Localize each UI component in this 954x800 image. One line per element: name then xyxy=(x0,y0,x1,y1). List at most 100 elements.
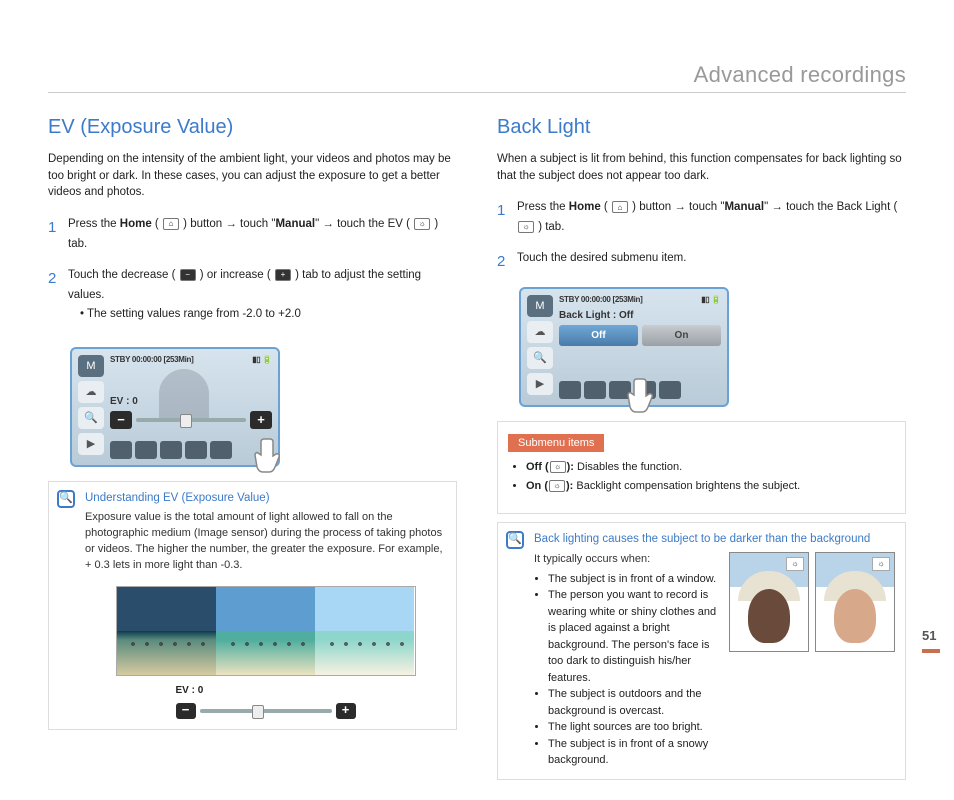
occurs-item: The subject is in front of a window. xyxy=(548,571,719,588)
occurs-label: It typically occurs when: xyxy=(534,552,719,568)
exposure-examples-figure xyxy=(116,586,416,676)
play-icon: ▶ xyxy=(527,373,553,395)
submenu-off: Off (☼): Disables the function. xyxy=(526,458,895,477)
t: Press the xyxy=(68,218,120,230)
under-exposed-image xyxy=(117,587,216,675)
home-icon: ⌂ xyxy=(163,218,179,230)
minus-icon: − xyxy=(180,269,196,281)
note-title: Back lighting causes the subject to be d… xyxy=(534,531,895,548)
lcd-main: STBY 00:00:00 [253Min]▮▯ 🔋 EV : 0 − + xyxy=(110,355,272,459)
bottom-icon xyxy=(160,441,182,459)
zoom-icon: 🔍 xyxy=(527,347,553,369)
lcd-side-left: M ☁ 🔍 ▶ xyxy=(527,295,555,399)
step-body: Press the Home ( ⌂ ) button → touch "Man… xyxy=(517,198,906,237)
t: Press the xyxy=(517,201,569,213)
lcd-screen: M ☁ 🔍 ▶ STBY 00:00:00 [253Min]▮▯ 🔋 EV : … xyxy=(70,347,280,467)
note-title: Understanding EV (Exposure Value) xyxy=(85,490,446,507)
mini-slider-track xyxy=(200,709,332,713)
t: ) button → touch " xyxy=(180,218,276,230)
stby-text: STBY 00:00:00 [253Min] xyxy=(110,355,194,364)
bl-value-label: Back Light : Off xyxy=(559,310,721,321)
left-column: EV (Exposure Value) Depending on the int… xyxy=(48,58,457,780)
t: ( xyxy=(601,201,611,213)
bl-step-1: 1 Press the Home ( ⌂ ) button → touch "M… xyxy=(497,198,906,237)
ev-slider[interactable]: − + xyxy=(110,411,272,429)
backlight-intro: When a subject is lit from behind, this … xyxy=(497,151,906,184)
home-label: Home xyxy=(120,218,152,230)
normal-exposed-image xyxy=(216,587,315,675)
step-body: Touch the decrease ( − ) or increase ( +… xyxy=(68,266,457,335)
over-exposed-image xyxy=(315,587,414,675)
step-number: 2 xyxy=(48,266,60,335)
plus-icon: + xyxy=(275,269,291,281)
occurs-item: The subject is in front of a snowy backg… xyxy=(548,736,719,769)
off-icon: ☼ xyxy=(550,461,566,473)
wb-icon: ☁ xyxy=(527,321,553,343)
t: ) or increase ( xyxy=(197,269,274,281)
note-icon: 🔍 xyxy=(506,531,524,549)
touch-hand-icon xyxy=(250,435,294,485)
ev-tab-icon: ☼ xyxy=(414,218,430,230)
t: Touch the decrease ( xyxy=(68,269,179,281)
bottom-icon xyxy=(135,441,157,459)
page-number: 51 xyxy=(922,628,940,653)
mini-increase-button: + xyxy=(336,703,356,719)
t: " → touch the Back Light ( xyxy=(764,201,897,213)
note-body: Exposure value is the total amount of li… xyxy=(85,510,446,574)
lcd-screen: M ☁ 🔍 ▶ STBY 00:00:00 [253Min]▮▯ 🔋 Back … xyxy=(519,287,729,407)
submenu-box: Submenu items Off (☼): Disables the func… xyxy=(497,421,906,514)
bl-badge-icon: ☼ xyxy=(872,557,890,571)
ev-intro: Depending on the intensity of the ambien… xyxy=(48,151,457,201)
wb-icon: ☁ xyxy=(78,381,104,403)
occurs-item: The light sources are too bright. xyxy=(548,719,719,736)
t: The setting values range from -2.0 to +2… xyxy=(87,308,301,320)
backlight-example-images: ☼ ☼ xyxy=(729,552,895,769)
submenu-list: Off (☼): Disables the function. On (☼): … xyxy=(508,458,895,495)
bl-lcd-figure: M ☁ 🔍 ▶ STBY 00:00:00 [253Min]▮▯ 🔋 Back … xyxy=(519,287,906,407)
decrease-button[interactable]: − xyxy=(110,411,132,429)
backlight-tab-icon: ☼ xyxy=(518,221,534,233)
step-body: Press the Home ( ⌂ ) button → touch "Man… xyxy=(68,215,457,254)
battery-icon: ▮▯ 🔋 xyxy=(701,295,721,304)
dark-face-image: ☼ xyxy=(729,552,809,652)
touch-hand-icon xyxy=(623,375,667,425)
slider-track[interactable] xyxy=(136,418,246,422)
bottom-icon xyxy=(110,441,132,459)
home-icon: ⌂ xyxy=(612,201,628,213)
home-label: Home xyxy=(569,201,601,213)
t: ) button → touch " xyxy=(629,201,725,213)
backlight-title: Back Light xyxy=(497,116,906,139)
ev-range-bullet: • The setting values range from -2.0 to … xyxy=(80,305,457,325)
mode-icon: M xyxy=(78,355,104,377)
play-icon: ▶ xyxy=(78,433,104,455)
bright-face-image: ☼ xyxy=(815,552,895,652)
ev-lcd-figure: M ☁ 🔍 ▶ STBY 00:00:00 [253Min]▮▯ 🔋 EV : … xyxy=(70,347,457,467)
submenu-on: On (☼): Backlight compensation brightens… xyxy=(526,477,895,496)
manual-label: Manual xyxy=(275,218,315,230)
right-column: Back Light When a subject is lit from be… xyxy=(497,58,906,780)
bl-badge-icon: ☼ xyxy=(786,557,804,571)
lcd-bottom-row xyxy=(110,441,272,459)
step-body: Touch the desired submenu item. xyxy=(517,249,906,275)
mode-icon: M xyxy=(527,295,553,317)
step-number: 2 xyxy=(497,249,509,275)
occurs-item: The person you want to record is wearing… xyxy=(548,587,719,686)
on-button[interactable]: On xyxy=(642,325,721,346)
mini-decrease-button: − xyxy=(176,703,196,719)
bl-note-body: It typically occurs when: The subject is… xyxy=(534,552,895,769)
mini-slider-figure: EV : 0 − + xyxy=(176,684,356,719)
bottom-icon xyxy=(584,381,606,399)
page-body: EV (Exposure Value) Depending on the int… xyxy=(0,0,954,800)
bottom-icon xyxy=(210,441,232,459)
ev-step-2: 2 Touch the decrease ( − ) or increase (… xyxy=(48,266,457,335)
manual-label: Manual xyxy=(724,201,764,213)
mini-ev-label: EV : 0 xyxy=(176,684,356,699)
occurs-item: The subject is outdoors and the backgrou… xyxy=(548,686,719,719)
note-icon: 🔍 xyxy=(57,490,75,508)
increase-button[interactable]: + xyxy=(250,411,272,429)
bottom-icon xyxy=(185,441,207,459)
submenu-header: Submenu items xyxy=(508,434,604,452)
off-button[interactable]: Off xyxy=(559,325,638,346)
battery-icon: ▮▯ 🔋 xyxy=(252,355,272,364)
zoom-icon: 🔍 xyxy=(78,407,104,429)
